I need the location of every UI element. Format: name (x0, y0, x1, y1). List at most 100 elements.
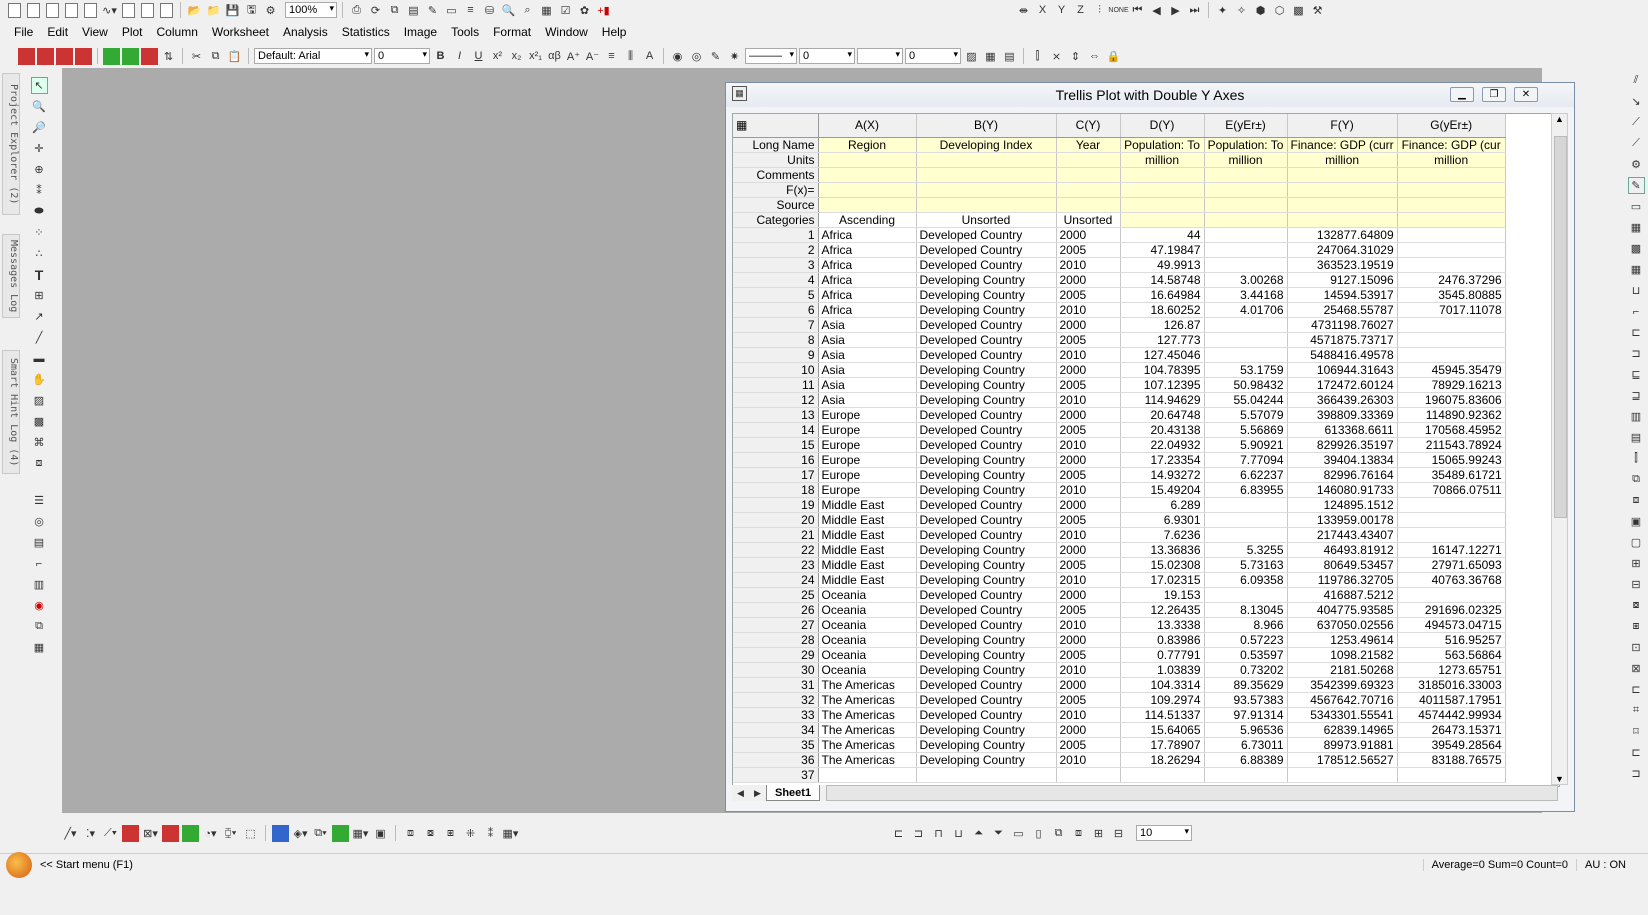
data-cell[interactable]: 5.3255 (1204, 542, 1288, 558)
meta-cell[interactable] (1397, 182, 1506, 198)
code-builder-icon[interactable]: ▤ (405, 2, 422, 19)
data-cell[interactable]: 12.26435 (1120, 602, 1205, 618)
border-icon[interactable]: ▦ (982, 48, 999, 65)
box-plot-icon[interactable]: ⧮▾ (222, 825, 239, 842)
meta-row-label[interactable]: Categories (733, 212, 819, 228)
right-tool-10-icon[interactable]: ▦ (1628, 261, 1645, 278)
data-cell[interactable]: 398809.33369 (1287, 407, 1398, 423)
meta-cell[interactable] (916, 152, 1057, 168)
data-cell[interactable]: 44 (1120, 227, 1205, 243)
3d-plot-icon[interactable]: ⬚ (242, 825, 259, 842)
data-cell[interactable]: 114890.92362 (1397, 407, 1506, 423)
data-cell[interactable]: Developing Country (916, 287, 1057, 303)
meta-cell[interactable] (1120, 167, 1205, 183)
right-tool-28-icon[interactable]: ⊡ (1628, 639, 1645, 656)
menu-analysis[interactable]: Analysis (283, 25, 328, 39)
pie-plot-icon[interactable]: ◔▾ (202, 825, 219, 842)
data-cell[interactable]: Developing Country (916, 542, 1057, 558)
row-number[interactable]: 31 (733, 677, 819, 693)
data-cell[interactable]: Africa (818, 227, 917, 243)
data-cell[interactable]: 89.35629 (1204, 677, 1288, 693)
table-format-icon[interactable]: ▤ (1001, 48, 1018, 65)
data-cell[interactable]: 6.289 (1120, 497, 1205, 513)
new-graph-icon[interactable] (84, 2, 97, 18)
data-cell[interactable] (916, 767, 1057, 783)
script-window-icon[interactable]: ✎ (424, 2, 441, 19)
data-cell[interactable]: 172472.60124 (1287, 377, 1398, 393)
data-cell[interactable]: Asia (818, 347, 917, 363)
data-cell[interactable]: The Americas (818, 722, 917, 738)
meta-cell[interactable] (1120, 212, 1205, 228)
data-cell[interactable]: 20.64748 (1120, 407, 1205, 423)
data-cell[interactable]: 80649.53457 (1287, 557, 1398, 573)
data-cell[interactable]: Developed Country (916, 332, 1057, 348)
scale-icon[interactable]: ✛ (31, 140, 48, 157)
row-number[interactable]: 34 (733, 722, 819, 738)
menu-help[interactable]: Help (602, 25, 627, 39)
last-icon[interactable]: ⏭ (1186, 2, 1203, 19)
row-number[interactable]: 2 (733, 242, 819, 258)
menu-format[interactable]: Format (493, 25, 531, 39)
delete-column-icon[interactable] (141, 47, 158, 65)
data-cell[interactable]: Developing Country (916, 482, 1057, 498)
data-cell[interactable] (1204, 497, 1288, 513)
data-cell[interactable]: 211543.78924 (1397, 437, 1506, 453)
area-plot-icon[interactable] (182, 824, 199, 842)
data-cell[interactable]: Developing Country (916, 572, 1057, 588)
data-cell[interactable] (1397, 317, 1506, 333)
data-cell[interactable]: Developing Country (916, 392, 1057, 408)
data-cell[interactable]: 132877.64809 (1287, 227, 1398, 243)
data-cell[interactable]: Developed Country (916, 512, 1057, 528)
data-cell[interactable]: Africa (818, 272, 917, 288)
data-cell[interactable]: Developing Country (916, 662, 1057, 678)
meta-cell[interactable]: Finance: GDP (cur (1397, 137, 1506, 153)
meta-cell[interactable] (1056, 182, 1121, 198)
data-cell[interactable]: 2010 (1056, 527, 1121, 543)
arrange-3-icon[interactable]: ⇕ (1067, 48, 1084, 65)
z-icon[interactable]: Z (1072, 2, 1089, 19)
draw-data-icon[interactable]: ∴ (31, 245, 48, 262)
data-cell[interactable]: 39404.13834 (1287, 452, 1398, 468)
sort-icon[interactable]: ⇅ (160, 48, 177, 65)
data-cell[interactable]: 1.03839 (1120, 662, 1205, 678)
data-cell[interactable]: The Americas (818, 707, 917, 723)
new-function-icon[interactable]: ∿▾ (101, 2, 118, 19)
zoom-in-icon[interactable]: 🔍 (31, 98, 48, 115)
meta-row-label[interactable]: F(x)= (733, 182, 819, 198)
data-cell[interactable]: 366439.26303 (1287, 392, 1398, 408)
data-cell[interactable]: 2010 (1056, 752, 1121, 768)
data-cell[interactable]: 3185016.33003 (1397, 677, 1506, 693)
row-number[interactable]: 15 (733, 437, 819, 453)
data-cell[interactable]: Developing Country (916, 362, 1057, 378)
data-cell[interactable]: 8.13045 (1204, 602, 1288, 618)
data-cell[interactable]: Africa (818, 302, 917, 318)
data-cell[interactable]: 107.12395 (1120, 377, 1205, 393)
meta-cell[interactable]: Population: To (1120, 137, 1205, 153)
data-cell[interactable]: 14.58748 (1120, 272, 1205, 288)
none-icon[interactable]: NONE (1108, 2, 1128, 19)
align-icon[interactable]: ≡ (603, 48, 620, 65)
row-number[interactable]: 35 (733, 737, 819, 753)
data-cell[interactable] (1204, 512, 1288, 528)
data-cell[interactable]: The Americas (818, 752, 917, 768)
right-tool-6-icon[interactable]: ✎ (1627, 177, 1645, 194)
image-plot-icon[interactable]: ▣ (372, 825, 389, 842)
data-cell[interactable]: Developing Country (916, 467, 1057, 483)
ungroup-icon[interactable]: ⊟ (1110, 825, 1127, 842)
row-number[interactable]: 20 (733, 512, 819, 528)
right-tool-25-icon[interactable]: ⊟ (1628, 576, 1645, 593)
data-cell[interactable]: 126.87 (1120, 317, 1205, 333)
supsub-icon[interactable]: x²₁ (527, 48, 544, 65)
meta-row-label[interactable]: Source (733, 197, 819, 213)
data-cell[interactable]: 5343301.55541 (1287, 707, 1398, 723)
meta-cell[interactable]: Ascending (818, 212, 917, 228)
column-header[interactable]: D(Y) (1120, 114, 1205, 138)
menu-edit[interactable]: Edit (47, 25, 68, 39)
data-cell[interactable]: 2010 (1056, 392, 1121, 408)
arrow-tool-icon[interactable]: ↗ (31, 308, 48, 325)
right-tool-7-icon[interactable]: ▭ (1628, 198, 1645, 215)
data-cell[interactable]: Europe (818, 407, 917, 423)
right-tool-15-icon[interactable]: ⊑ (1628, 366, 1645, 383)
data-cell[interactable]: Oceania (818, 647, 917, 663)
refresh-icon[interactable]: ⟳ (367, 2, 384, 19)
